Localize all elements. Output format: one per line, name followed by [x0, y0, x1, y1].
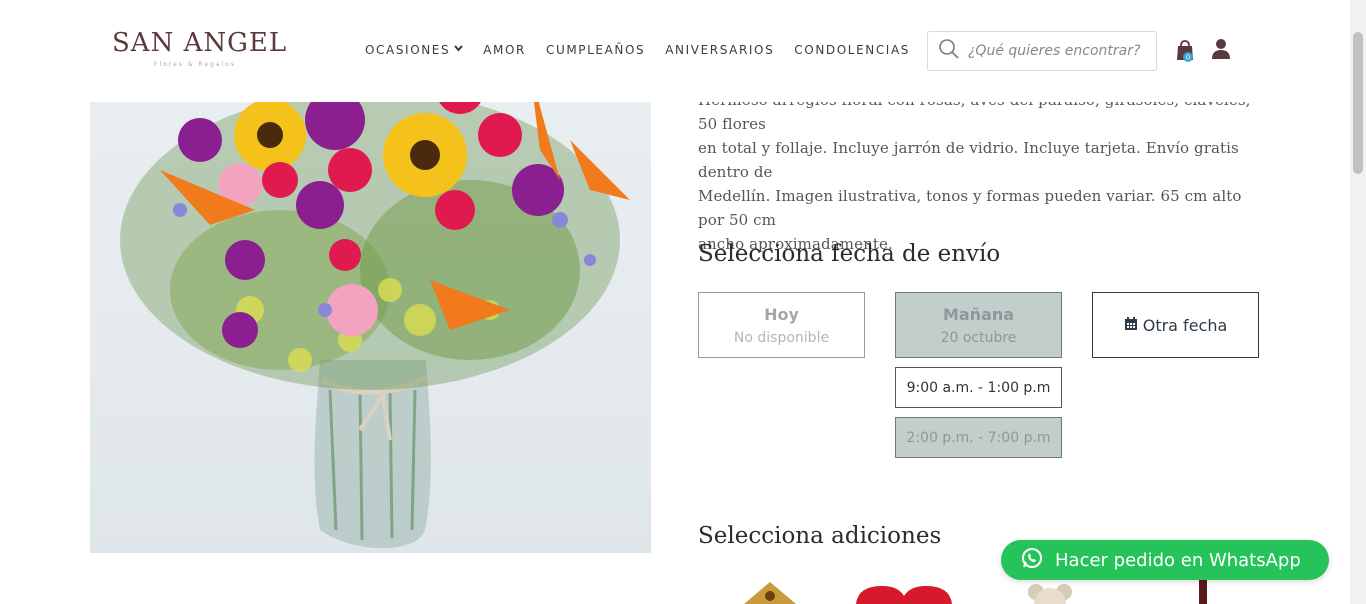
date-option-label: Hoy [764, 304, 799, 324]
search-box[interactable] [927, 31, 1157, 71]
time-slot-afternoon[interactable]: 2:00 p.m. - 7:00 p.m [895, 417, 1062, 458]
product-description: Hermoso arreglos floral con rosas, aves … [698, 88, 1260, 256]
brand-name: SAN ANGEL [112, 28, 288, 58]
site-header: SAN ANGEL Flores & Regalos OCASIONES AMO… [0, 0, 1350, 102]
date-option-sub: 20 octubre [940, 329, 1017, 346]
brand-logo[interactable]: SAN ANGEL Flores & Regalos [112, 28, 288, 72]
nav-item-label: CUMPLEAÑOS [545, 43, 646, 57]
addition-teddy-bear[interactable] [1022, 578, 1078, 604]
whatsapp-label: Hacer pedido en WhatsApp [1055, 549, 1301, 571]
date-option-other[interactable]: Otra fecha [1092, 292, 1259, 358]
flower-arrangement-illustration [120, 65, 630, 549]
whatsapp-order-button[interactable]: Hacer pedido en WhatsApp [1001, 540, 1329, 580]
user-icon[interactable] [1210, 38, 1232, 60]
date-option-today[interactable]: Hoy No disponible [698, 292, 865, 358]
nav-item-label: CONDOLENCIAS [794, 43, 910, 57]
whatsapp-icon [1021, 547, 1043, 574]
date-option-sub: No disponible [733, 329, 830, 346]
nav-item-amor[interactable]: AMOR [483, 43, 526, 57]
description-line: Medellín. Imagen ilustrativa, tonos y fo… [698, 187, 1242, 229]
date-option-label: Otra fecha [1142, 315, 1228, 335]
nav-item-label: OCASIONES [365, 43, 451, 57]
additions-title: Selecciona adiciones [698, 523, 942, 549]
addition-wine-bottle[interactable] [1193, 578, 1213, 604]
time-slot-morning[interactable]: 9:00 a.m. - 1:00 p.m [895, 367, 1062, 408]
scrollbar-thumb[interactable] [1353, 32, 1363, 174]
nav-item-label: ANIVERSARIOS [665, 43, 775, 57]
page-scrollbar[interactable] [1350, 0, 1366, 604]
search-icon [938, 38, 960, 64]
calendar-icon [1124, 316, 1138, 335]
brand-tagline: Flores & Regalos [154, 61, 236, 68]
cart-icon[interactable]: 0 [1174, 38, 1196, 64]
search-input[interactable] [968, 43, 1148, 59]
date-option-tomorrow[interactable]: Mañana 20 octubre [895, 292, 1062, 358]
nav-item-aniversarios[interactable]: ANIVERSARIOS [665, 43, 774, 57]
nav-item-cumpleanos[interactable]: CUMPLEAÑOS [546, 43, 645, 57]
nav-item-label: AMOR [483, 43, 526, 57]
addition-chocolates[interactable] [740, 578, 800, 604]
nav-item-ocasiones[interactable]: OCASIONES [365, 43, 463, 57]
nav-item-condolencias[interactable]: CONDOLENCIAS [794, 43, 910, 57]
date-option-label: Mañana [942, 304, 1015, 324]
chevron-down-icon [454, 45, 463, 55]
delivery-date-title: Selecciona fecha de envío [698, 241, 1001, 267]
description-line: en total y follaje. Incluye jarrón de vi… [698, 139, 1239, 181]
addition-heart-balloon[interactable] [852, 578, 956, 604]
main-nav: OCASIONES AMOR CUMPLEAÑOS ANIVERSARIOS C… [365, 43, 930, 57]
product-image [90, 60, 651, 553]
cart-count: 0 [1186, 54, 1190, 62]
